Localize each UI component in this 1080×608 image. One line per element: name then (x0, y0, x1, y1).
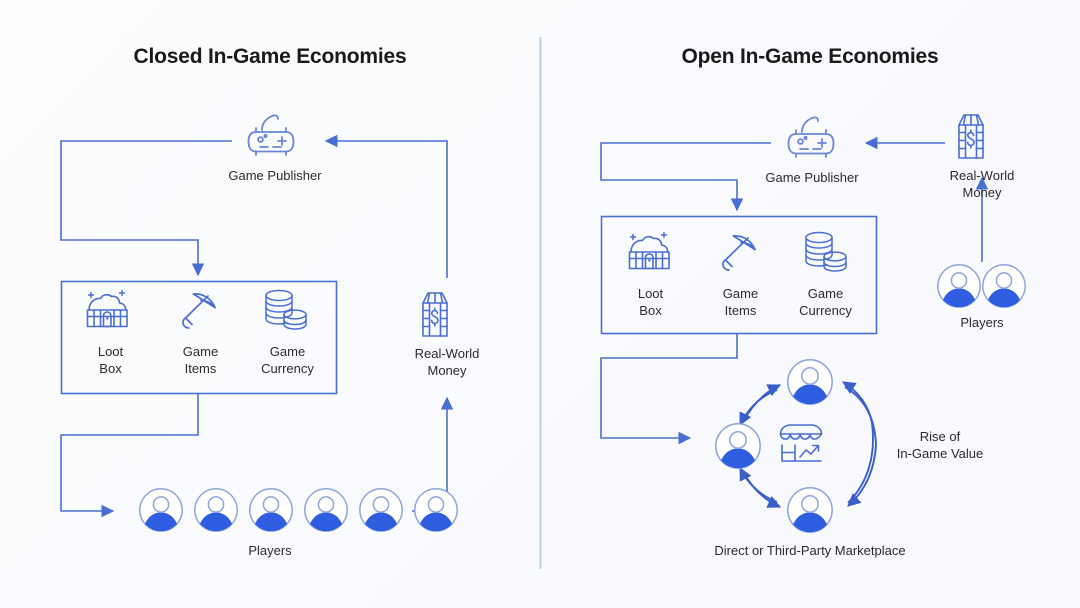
label-loot-box-left: Loot Box (97, 344, 124, 376)
label-players-right: Players (960, 315, 1004, 330)
player-avatar-icon (304, 488, 348, 532)
diagram-canvas: Closed In-Game Economies Open In-Game Ec… (0, 0, 1080, 608)
coin-stack-icon (265, 289, 307, 330)
player-avatar-icon (937, 264, 981, 308)
players-group-right (937, 264, 1026, 308)
pickaxe-icon (722, 235, 756, 271)
label-marketplace-caption: Direct or Third-Party Marketplace (714, 543, 906, 558)
label-real-world-money-left: Real-World Money (414, 346, 480, 378)
bank-dollar-icon (422, 292, 448, 337)
label-rise-of-in-game-value: Rise of In-Game Value (896, 429, 984, 461)
treasure-chest-icon (86, 289, 128, 328)
label-game-publisher-right: Game Publisher (765, 170, 859, 185)
treasure-chest-icon (628, 231, 670, 270)
coin-stack-icon (805, 231, 847, 272)
game-controller-icon (247, 114, 295, 156)
label-game-currency-left: Game Currency (261, 344, 314, 376)
icon-layer (86, 114, 1026, 533)
page-title-left: Closed In-Game Economies (133, 45, 407, 68)
player-avatar-icon (715, 423, 761, 469)
label-real-world-money-right: Real-World Money (949, 168, 1015, 200)
player-avatar-icon (249, 488, 293, 532)
label-players-left: Players (248, 543, 292, 558)
label-game-currency-right: Game Currency (799, 286, 852, 318)
pickaxe-icon (182, 293, 216, 329)
players-group-left (139, 488, 458, 532)
label-loot-box-right: Loot Box (637, 286, 664, 318)
player-avatar-icon (787, 487, 833, 533)
player-avatar-icon (139, 488, 183, 532)
player-avatar-icon (787, 359, 833, 405)
label-game-items-left: Game Items (182, 344, 219, 376)
bank-dollar-icon (958, 114, 984, 159)
label-game-publisher-left: Game Publisher (228, 168, 322, 183)
game-controller-icon (787, 116, 835, 158)
player-avatar-icon (194, 488, 238, 532)
page-title-right: Open In-Game Economies (681, 45, 939, 68)
label-game-items-right: Game Items (722, 286, 759, 318)
player-avatar-icon (982, 264, 1026, 308)
storefront-chart-icon (779, 424, 823, 462)
player-avatar-icon (414, 488, 458, 532)
player-avatar-icon (359, 488, 403, 532)
